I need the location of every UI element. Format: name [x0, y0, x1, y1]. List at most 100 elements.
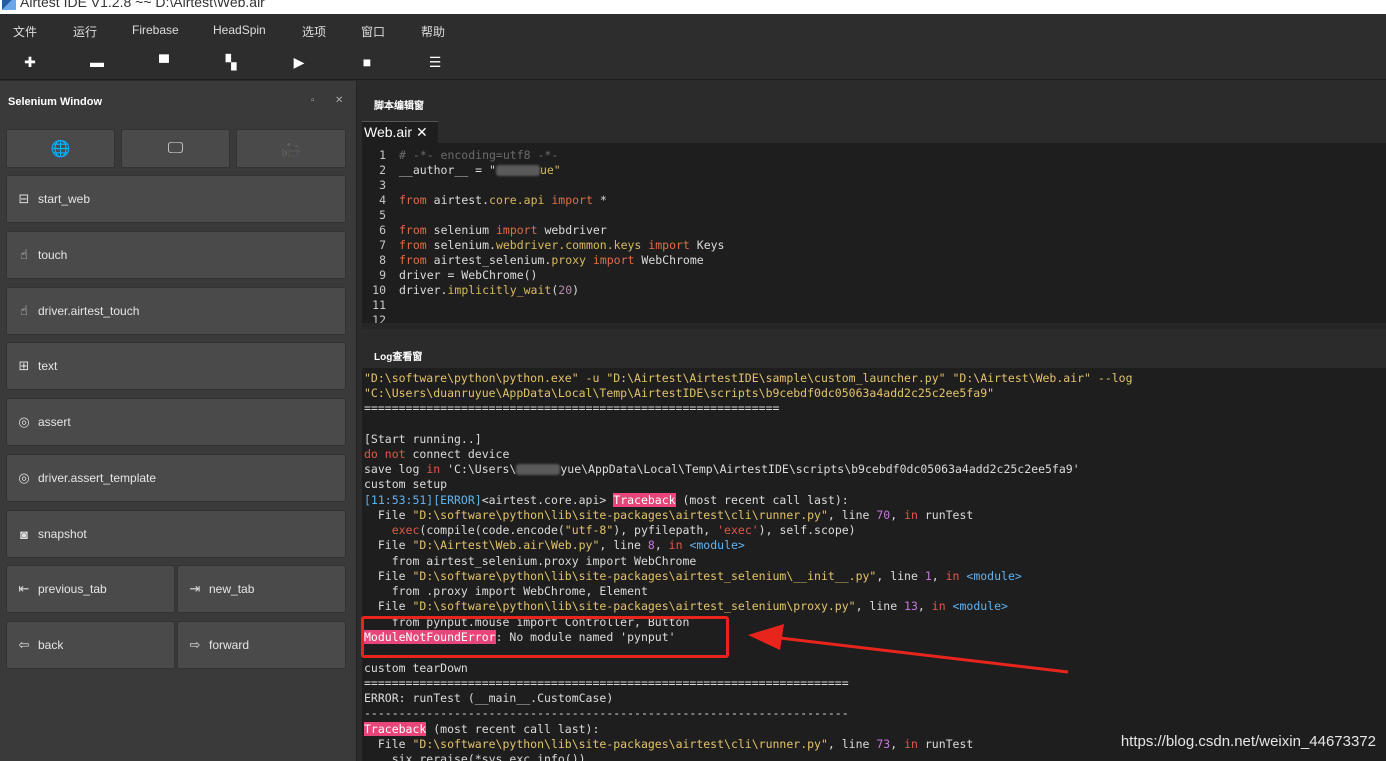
code-line: 12	[372, 313, 386, 323]
record-button[interactable]: 🎥	[236, 129, 346, 168]
back-button[interactable]: ⇦ back	[6, 621, 175, 669]
window-titlebar: Airtest IDE V1.2.8 ~~ D:\Airtest\Web.air	[0, 0, 1386, 14]
log-line: exec(compile(code.encode("utf-8"), pyfil…	[364, 523, 856, 537]
tab-close-icon[interactable]: ✕	[416, 124, 428, 140]
save-as-icon: ▚	[225, 53, 237, 70]
airtest-touch-button[interactable]: ☝ driver.airtest_touch	[6, 287, 346, 335]
menu-run[interactable]: 运行	[73, 23, 97, 40]
hand-pointer-icon: ☝	[20, 247, 28, 262]
hand-pointer-icon: ☝	[20, 303, 28, 318]
log-line: [Start running..]	[364, 432, 482, 446]
log-line: File "D:\software\python\lib\site-packag…	[364, 508, 974, 522]
log-line: from airtest_selenium.proxy import WebCh…	[364, 554, 697, 568]
code-editor[interactable]: 1 # -*- encoding=utf8 -*- 2 __author__ = "…	[362, 143, 1386, 323]
menu-firebase[interactable]: Firebase	[132, 23, 179, 37]
redacted-username	[516, 464, 561, 475]
menu-options[interactable]: 选项	[302, 23, 326, 40]
menu-window[interactable]: 窗口	[361, 23, 385, 40]
script-editor-header: 脚本编辑窗	[362, 81, 1386, 121]
camera-icon: 🎥	[281, 140, 301, 158]
log-line: ----------------------------------------…	[364, 706, 849, 720]
log-viewer[interactable]: "D:\software\python\python.exe" -u "D:\A…	[362, 368, 1386, 761]
panel-close-button[interactable]: ✕	[335, 95, 343, 106]
start-web-label: start_web	[38, 192, 91, 206]
folder-icon: ▬	[90, 54, 104, 70]
forward-button[interactable]: ⇨ forward	[177, 621, 346, 669]
menu-headspin[interactable]: HeadSpin	[213, 23, 266, 37]
log-line: do not connect device	[364, 447, 510, 461]
select-browser-button[interactable]: 🌐	[6, 129, 115, 168]
save-as-button[interactable]: ▚	[211, 44, 251, 80]
menu-help[interactable]: 帮助	[421, 23, 445, 40]
selenium-panel: Selenium Window ▫ ✕ 🌐 🖵 🎥 ⊟ start_web ☝ to…	[0, 81, 357, 761]
new-script-button[interactable]: ✚	[10, 44, 50, 80]
new-tab-icon: ⇥	[189, 581, 201, 596]
code-line: 7 from selenium.webdriver.common.keys imp…	[379, 238, 725, 252]
start-web-button[interactable]: ⊟ start_web	[6, 175, 346, 223]
log-line: from .proxy import WebChrome, Element	[364, 584, 648, 598]
run-button[interactable]: ▶	[279, 44, 319, 80]
log-line: File "D:\software\python\lib\site-packag…	[364, 599, 1008, 613]
camera-icon: ◙	[20, 526, 28, 542]
view-report-button[interactable]: ☰	[415, 44, 455, 80]
target-icon: ◎	[18, 470, 30, 485]
log-line: "C:\Users\duanruyue\AppData\Local\Temp\A…	[364, 386, 995, 400]
play-icon: ▶	[293, 53, 305, 70]
assert-template-button[interactable]: ◎ driver.assert_template	[6, 454, 346, 502]
code-line: 11	[372, 298, 386, 312]
code-line: 2 __author__ = " ue"	[379, 163, 561, 177]
panel-restore-button[interactable]: ▫	[311, 95, 315, 106]
previous-tab-icon: ⇤	[18, 581, 30, 596]
code-line: 8 from airtest_selenium.proxy import WebC…	[379, 253, 704, 267]
tab-web-air[interactable]: Web.air ✕	[362, 121, 438, 143]
menu-file[interactable]: 文件	[13, 23, 37, 40]
error-highlight-box	[361, 616, 729, 658]
airtest-logo-icon	[2, 0, 16, 10]
selenium-panel-title: Selenium Window	[8, 96, 103, 108]
log-line: ========================================…	[364, 401, 780, 415]
menu-bar: 文件 运行 Firebase HeadSpin 选项 窗口 帮助	[0, 14, 1386, 44]
arrow-right-icon: ⇨	[189, 637, 201, 652]
log-line: File "D:\Airtest\Web.air\Web.py", line 8…	[364, 538, 745, 552]
log-line: save log in 'C:\Users\ yue\AppData\Local\…	[364, 462, 1080, 476]
previous-tab-button[interactable]: ⇤ previous_tab	[6, 565, 175, 613]
code-line: 4 from airtest.core.api import *	[379, 193, 607, 207]
open-button[interactable]: ▬	[77, 44, 117, 80]
code-line: 5	[379, 208, 386, 222]
assert-template-label: driver.assert_template	[38, 471, 157, 485]
browser-window-icon: ⊟	[18, 191, 30, 206]
inspect-element-button[interactable]: 🖵	[121, 129, 230, 168]
plus-icon: ✚	[24, 53, 36, 70]
previous-tab-label: previous_tab	[38, 582, 107, 596]
log-line: File "D:\software\python\lib\site-packag…	[364, 737, 974, 751]
save-button[interactable]: ▀	[144, 44, 184, 80]
assert-label: assert	[38, 415, 71, 429]
list-icon: ☰	[428, 53, 442, 70]
code-line: 6 from selenium import webdriver	[379, 223, 607, 237]
log-line: six.reraise(*sys.exc_info())	[364, 752, 586, 761]
save-icon: ▀	[159, 54, 169, 70]
forward-label: forward	[209, 638, 250, 652]
toolbar: ✚ ▬ ▀ ▚ ▶ ■ ☰	[0, 44, 1386, 80]
watermark: https://blog.csdn.net/weixin_44673372	[1120, 733, 1376, 750]
log-line: [11:53:51][ERROR]<airtest.core.api> Trac…	[364, 493, 849, 507]
target-icon: ◎	[18, 414, 30, 429]
annotation-arrow-icon	[748, 624, 1069, 674]
text-button[interactable]: ⊞ text	[6, 342, 346, 390]
airtest-touch-label: driver.airtest_touch	[38, 304, 140, 318]
new-tab-button[interactable]: ⇥ new_tab	[177, 565, 346, 613]
stop-button[interactable]: ■	[347, 44, 387, 80]
log-line: File "D:\software\python\lib\site-packag…	[364, 569, 1022, 583]
code-line: 9 driver = WebChrome()	[379, 268, 538, 282]
log-viewer-title: Log查看窗	[374, 352, 423, 363]
log-line: custom tearDown	[364, 661, 468, 675]
assert-button[interactable]: ◎ assert	[6, 398, 346, 446]
log-line: custom setup	[364, 477, 448, 491]
tab-label: Web.air	[364, 124, 412, 140]
touch-button[interactable]: ☝ touch	[6, 231, 346, 279]
log-line: "D:\software\python\python.exe" -u "D:\A…	[364, 371, 1133, 385]
text-label: text	[38, 359, 58, 373]
script-editor-title: 脚本编辑窗	[374, 101, 424, 112]
redacted-author	[495, 165, 540, 176]
snapshot-button[interactable]: ◙ snapshot	[6, 510, 346, 558]
